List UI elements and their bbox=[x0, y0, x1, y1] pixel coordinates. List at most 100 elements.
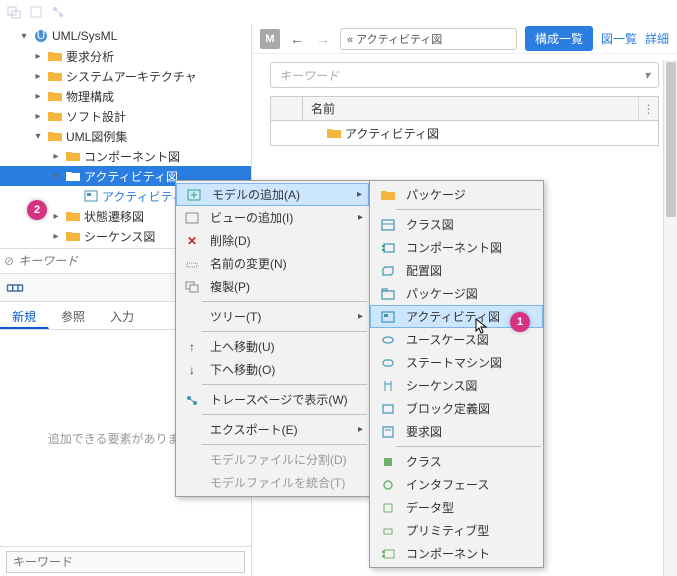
menu-label: クラス図 bbox=[406, 216, 454, 233]
table-row[interactable]: アクティビティ図 bbox=[271, 121, 658, 145]
menu-label: 上へ移動(U) bbox=[210, 338, 275, 355]
menu-label: ステートマシン図 bbox=[406, 354, 502, 371]
menu-label: パッケージ図 bbox=[406, 285, 478, 302]
menu-label: 削除(D) bbox=[210, 232, 251, 249]
menu-move-down[interactable]: ↓下へ移動(O) bbox=[176, 358, 369, 381]
submenu-statemachine-diag[interactable]: ステートマシン図 bbox=[370, 351, 543, 374]
tree-item-label: システムアーキテクチャ bbox=[66, 68, 197, 85]
top-toolbar bbox=[0, 0, 677, 24]
menu-label: パッケージ bbox=[406, 186, 466, 203]
right-search: キーワード ▾ bbox=[252, 54, 677, 96]
menu-add-view[interactable]: ビューの追加(I)▸ bbox=[176, 206, 369, 229]
menu-move-up[interactable]: ↑上へ移動(U) bbox=[176, 335, 369, 358]
menu-label: 配置図 bbox=[406, 262, 442, 279]
menu-label: ビューの追加(I) bbox=[210, 209, 293, 226]
menu-merge: モデルファイルを統合(T) bbox=[176, 471, 369, 494]
bottom-keyword-bar bbox=[0, 546, 251, 576]
menu-add-model[interactable]: モデルの追加(A)▸ bbox=[176, 183, 369, 206]
tab-ref[interactable]: 参照 bbox=[49, 302, 98, 329]
submenu-package[interactable]: パッケージ bbox=[370, 183, 543, 206]
col-name[interactable]: 名前 bbox=[303, 100, 638, 117]
menu-tree[interactable]: ツリー(T)▸ bbox=[176, 305, 369, 328]
submenu-component[interactable]: コンポーネント bbox=[370, 542, 543, 565]
col-menu-icon[interactable]: ⋮ bbox=[638, 97, 658, 120]
menu-label: インタフェース bbox=[406, 476, 489, 493]
menu-delete[interactable]: ✕削除(D) bbox=[176, 229, 369, 252]
marker-2: 2 bbox=[27, 200, 47, 220]
menu-label: モデルの追加(A) bbox=[212, 186, 300, 203]
toolbar-icon-2[interactable] bbox=[28, 4, 44, 20]
tree-item[interactable]: ▸ソフト設計 bbox=[0, 106, 251, 126]
submenu-block-diag[interactable]: ブロック定義図 bbox=[370, 397, 543, 420]
bottom-keyword-input[interactable] bbox=[6, 551, 245, 573]
nav-back[interactable]: ← bbox=[288, 30, 306, 48]
tree-item[interactable]: ▸物理構成 bbox=[0, 86, 251, 106]
menu-label: エクスポート(E) bbox=[210, 421, 298, 438]
table-cell: アクティビティ図 bbox=[345, 125, 439, 142]
tree-item-label: ソフト設計 bbox=[66, 108, 126, 125]
menu-label: ブロック定義図 bbox=[406, 400, 490, 417]
menu-label: 複製(P) bbox=[210, 278, 250, 295]
tree-item-label: シーケンス図 bbox=[84, 228, 155, 245]
menu-label: トレースページで表示(W) bbox=[210, 391, 348, 408]
submenu-package-diag[interactable]: パッケージ図 bbox=[370, 282, 543, 305]
menu-export[interactable]: エクスポート(E)▸ bbox=[176, 418, 369, 441]
menu-duplicate[interactable]: 複製(P) bbox=[176, 275, 369, 298]
tab-new[interactable]: 新規 bbox=[0, 302, 49, 329]
tree-item-label: 物理構成 bbox=[66, 88, 114, 105]
table-header: 名前 ⋮ bbox=[271, 97, 658, 121]
breadcrumb[interactable]: « アクティビティ図 bbox=[340, 28, 517, 50]
vertical-scrollbar[interactable] bbox=[663, 60, 677, 576]
submenu-class-diag[interactable]: クラス図 bbox=[370, 213, 543, 236]
context-menu-submenu: パッケージ クラス図 コンポーネント図 配置図 パッケージ図 アクティビティ図 … bbox=[369, 180, 544, 568]
nav-forward[interactable]: → bbox=[314, 30, 332, 48]
tree-uml-examples[interactable]: ▾UML図例集 bbox=[0, 126, 251, 146]
menu-label: モデルファイルを統合(T) bbox=[210, 474, 345, 491]
toolbar-icon-3[interactable] bbox=[50, 4, 66, 20]
tree-root[interactable]: ▾UUML/SysML bbox=[0, 26, 251, 46]
menu-label: コンポーネント図 bbox=[406, 239, 502, 256]
menu-label: ツリー(T) bbox=[210, 308, 261, 325]
toolbar-icon-1[interactable] bbox=[6, 4, 22, 20]
menu-label: データ型 bbox=[406, 499, 454, 516]
mouse-cursor bbox=[475, 318, 489, 336]
menu-rename[interactable]: 名前の変更(N) bbox=[176, 252, 369, 275]
content-table: 名前 ⋮ アクティビティ図 bbox=[270, 96, 659, 146]
submenu-sequence-diag[interactable]: シーケンス図 bbox=[370, 374, 543, 397]
tree-root-label: UML/SysML bbox=[52, 29, 117, 43]
search-placeholder: キーワード bbox=[279, 67, 644, 84]
menu-label: 要求図 bbox=[406, 423, 442, 440]
tree-component[interactable]: ▸コンポーネント図 bbox=[0, 146, 251, 166]
submenu-interface[interactable]: インタフェース bbox=[370, 473, 543, 496]
tree-item[interactable]: ▸要求分析 bbox=[0, 46, 251, 66]
menu-label: 下へ移動(O) bbox=[210, 361, 275, 378]
tree-item-label: 状態遷移図 bbox=[84, 208, 144, 225]
dropdown-icon[interactable]: ▾ bbox=[644, 68, 650, 82]
submenu-deployment-diag[interactable]: 配置図 bbox=[370, 259, 543, 282]
svg-text:U: U bbox=[37, 29, 46, 42]
context-menu-main: モデルの追加(A)▸ ビューの追加(I)▸ ✕削除(D) 名前の変更(N) 複製… bbox=[175, 180, 370, 497]
config-list-button[interactable]: 構成一覧 bbox=[525, 26, 593, 51]
tab-input[interactable]: 入力 bbox=[98, 302, 147, 329]
model-badge: M bbox=[260, 29, 280, 49]
diagram-list-link[interactable]: 図一覧 bbox=[601, 30, 637, 47]
right-search-input[interactable]: キーワード ▾ bbox=[270, 62, 659, 88]
menu-split: モデルファイルに分割(D) bbox=[176, 448, 369, 471]
menu-label: クラス bbox=[406, 453, 442, 470]
tree-item[interactable]: ▸システムアーキテクチャ bbox=[0, 66, 251, 86]
menu-label: 名前の変更(N) bbox=[210, 255, 287, 272]
submenu-requirement-diag[interactable]: 要求図 bbox=[370, 420, 543, 443]
menu-label: モデルファイルに分割(D) bbox=[210, 451, 347, 468]
submenu-component-diag[interactable]: コンポーネント図 bbox=[370, 236, 543, 259]
submenu-class[interactable]: クラス bbox=[370, 450, 543, 473]
tree-item-label: 要求分析 bbox=[66, 48, 114, 65]
tree-item-label: アクティビティ図 bbox=[84, 168, 178, 185]
clear-icon[interactable]: ⊘ bbox=[4, 254, 14, 268]
menu-trace[interactable]: トレースページで表示(W) bbox=[176, 388, 369, 411]
submenu-primitive[interactable]: プリミティブ型 bbox=[370, 519, 543, 542]
detail-link[interactable]: 詳細 bbox=[645, 30, 669, 47]
right-toolbar: M ← → « アクティビティ図 構成一覧 図一覧 詳細 bbox=[252, 24, 677, 54]
menu-label: プリミティブ型 bbox=[406, 522, 489, 539]
submenu-datatype[interactable]: データ型 bbox=[370, 496, 543, 519]
tree-item-label: UML図例集 bbox=[66, 128, 127, 145]
